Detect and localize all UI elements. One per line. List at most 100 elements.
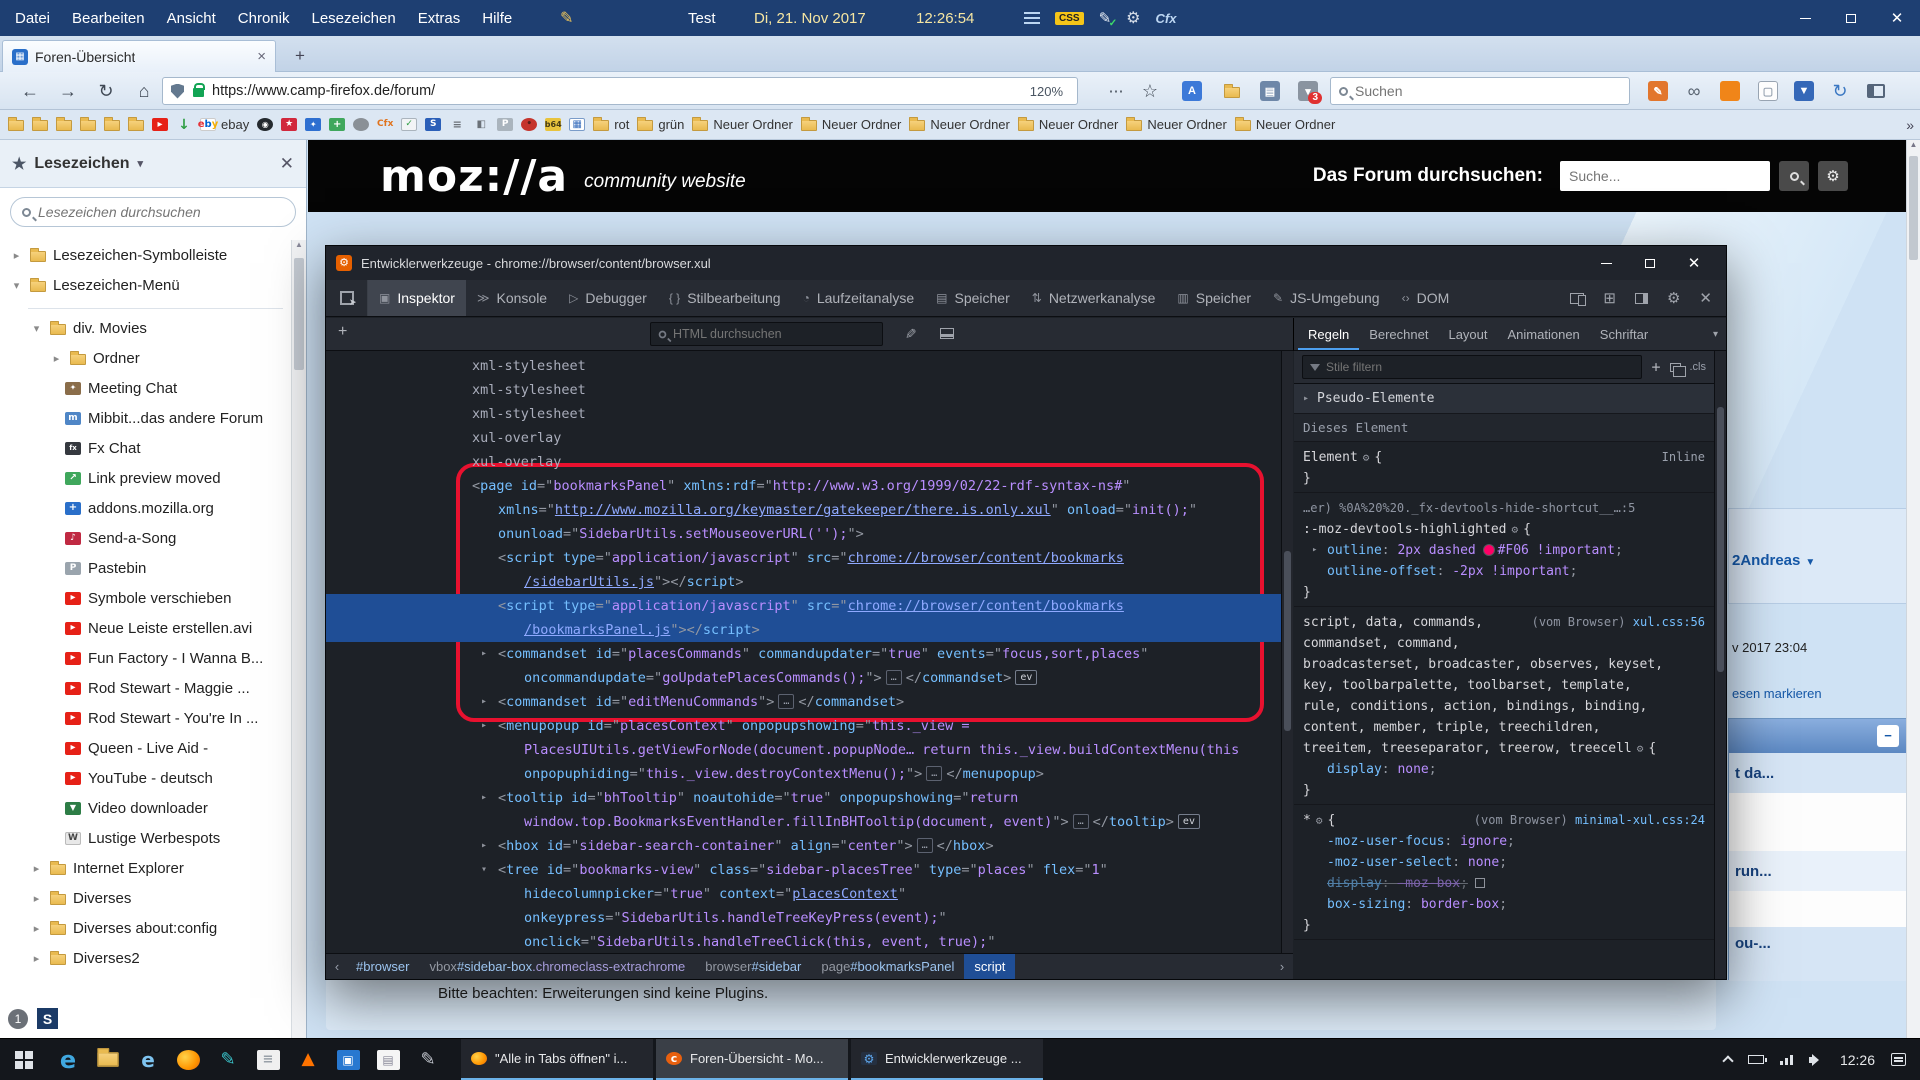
breadcrumb-scroll-right-icon[interactable]: ›	[1273, 959, 1291, 974]
css-property[interactable]: display: -moz-box;	[1303, 873, 1705, 894]
bookmark-item[interactable]: Neuer Ordner	[1126, 117, 1226, 132]
bookmark-tree-item[interactable]: ▸Rod Stewart - You're In ...	[0, 703, 291, 733]
bookmark-item[interactable]: ★	[281, 118, 297, 131]
collapsed-children-badge[interactable]: …	[886, 670, 902, 685]
menu-hilfe[interactable]: Hilfe	[471, 0, 523, 36]
twisty-icon[interactable]: ▸	[30, 922, 43, 935]
bookmark-tree-item[interactable]: mMibbit...das andere Forum	[0, 403, 291, 433]
expand-twisty-icon[interactable]: ▸	[481, 786, 487, 810]
skype-icon[interactable]: S	[35, 1006, 60, 1031]
style-filter-input[interactable]	[1326, 360, 1634, 374]
markup-line[interactable]: oncommandupdate="goUpdatePlacesCommands(…	[326, 666, 1293, 690]
selector-highlighter-icon[interactable]: ⚙	[1512, 519, 1519, 540]
markup-line[interactable]: xml-stylesheet	[326, 402, 1293, 426]
markup-line[interactable]: ▸<commandset id="placesCommands" command…	[326, 642, 1293, 666]
screenshot-addon-icon[interactable]: ▢	[1752, 76, 1784, 106]
secure-lock-icon[interactable]	[193, 88, 204, 97]
twisty-icon[interactable]: ▸	[30, 892, 43, 905]
page-scrollbar[interactable]: ▲	[1906, 140, 1920, 1038]
event-badge[interactable]: ev	[1015, 670, 1037, 685]
taskbar-app-vlc[interactable]: ▲	[288, 1039, 328, 1080]
taskbar-window-button[interactable]: ⚙Entwicklerwerkzeuge ...	[851, 1039, 1043, 1080]
bookmark-tree-item[interactable]: ▸Fun Factory - I Wanna B...	[0, 643, 291, 673]
pick-element-button[interactable]	[326, 280, 368, 316]
eyedropper-icon[interactable]: ✎	[901, 328, 918, 340]
bookmark-item[interactable]	[128, 118, 144, 131]
css-addon-icon[interactable]: CSS	[1055, 12, 1084, 25]
edit-check-icon[interactable]: ✎✓	[1099, 9, 1112, 27]
bookmark-item[interactable]: ebyebay	[200, 117, 249, 132]
devtools-titlebar[interactable]: ⚙ Entwicklerwerkzeuge - chrome://browser…	[326, 246, 1726, 280]
pocket-addon-icon[interactable]: ▼	[1788, 76, 1820, 106]
bookmark-tree-item[interactable]: ▸Internet Explorer	[0, 853, 291, 883]
taskbar-clock[interactable]: 12:26	[1840, 1052, 1875, 1068]
taskbar-app-notepad[interactable]: ≡	[248, 1039, 288, 1080]
markup-line[interactable]: window.top.BookmarksEventHandler.fillInB…	[326, 810, 1293, 834]
bookmark-tree-item[interactable]: ✦Meeting Chat	[0, 373, 291, 403]
bookmark-tree-item[interactable]: +addons.mozilla.org	[0, 493, 291, 523]
bookmark-item[interactable]: Neuer Ordner	[801, 117, 901, 132]
markup-line[interactable]: PlacesUIUtils.getViewForNode(document.po…	[326, 738, 1293, 762]
menu-extras[interactable]: Extras	[407, 0, 472, 36]
maximize-button[interactable]	[1828, 0, 1874, 36]
translate-icon[interactable]: A	[1176, 76, 1208, 106]
tray-expand-icon[interactable]	[1722, 1055, 1733, 1066]
add-rule-button[interactable]: +	[1651, 357, 1660, 378]
grid-icon[interactable]: ⊞	[1603, 289, 1616, 307]
markup-line[interactable]: onunload="SidebarUtils.setMouseoverURL('…	[326, 522, 1293, 546]
markup-line[interactable]: onclick="SidebarUtils.handleTreeClick(th…	[326, 930, 1293, 953]
markup-line[interactable]: ▾<tree id="bookmarks-view" class="sideba…	[326, 858, 1293, 882]
devtools-tab-debugger[interactable]: ▷Debugger	[558, 280, 658, 316]
markup-line[interactable]: <page id="bookmarksPanel" xmlns:rdf="htt…	[326, 474, 1293, 498]
bookmark-tree-item[interactable]: ♪Send-a-Song	[0, 523, 291, 553]
menu-lesezeichen[interactable]: Lesezeichen	[300, 0, 406, 36]
forum-search-input[interactable]	[1569, 168, 1761, 184]
bookmark-item[interactable]: Neuer Ordner	[692, 117, 792, 132]
devtools-tab-scratchpad[interactable]: ✎JS-Umgebung	[1262, 280, 1391, 316]
forward-button[interactable]: →	[52, 76, 84, 106]
pseudo-elements-toggle[interactable]: ▸Pseudo-Elemente	[1294, 384, 1714, 414]
bookmark-item[interactable]: b64	[545, 118, 561, 131]
twisty-icon[interactable]: ▸	[10, 249, 23, 262]
scrollbar-thumb[interactable]	[1284, 551, 1291, 731]
cfx-addon-icon[interactable]: Cfx	[1155, 11, 1176, 26]
bookmark-tree-item[interactable]: WLustige Werbespots	[0, 823, 291, 853]
infinity-addon-icon[interactable]: ∞	[1678, 76, 1710, 106]
bookmark-item[interactable]: Neuer Ordner	[1235, 117, 1335, 132]
bookmark-item[interactable]	[353, 118, 369, 131]
breadcrumb-item[interactable]: vbox#sidebar-box.chromeclass-extrachrome	[419, 954, 695, 979]
stylesheet-source[interactable]: …er) %0A%20%20._fx-devtools-hide-shortcu…	[1303, 498, 1705, 519]
new-tab-button[interactable]: +	[286, 44, 314, 68]
forum-row[interactable]: ou-...	[1729, 927, 1906, 981]
expand-twisty-icon[interactable]: ▸	[481, 834, 487, 858]
bookmark-tree-item[interactable]: ▸Diverses about:config	[0, 913, 291, 943]
twisty-icon[interactable]: ▸	[30, 952, 43, 965]
markup-line[interactable]: <script type="application/javascript" sr…	[326, 594, 1293, 618]
breadcrumb-scroll-left-icon[interactable]: ‹	[328, 959, 346, 974]
split-console-icon[interactable]	[940, 328, 954, 339]
bookmark-item[interactable]: ▦	[569, 118, 585, 131]
bookmark-item[interactable]: +	[329, 118, 345, 131]
expand-twisty-icon[interactable]: ▸	[481, 714, 487, 738]
css-property[interactable]: -moz-user-select: none;	[1303, 852, 1705, 873]
tab-close-icon[interactable]: ×	[257, 48, 266, 65]
bookmark-item[interactable]	[8, 118, 24, 131]
search-box[interactable]	[1330, 77, 1630, 105]
taskbar-app-quill[interactable]: ✎	[208, 1039, 248, 1080]
taskbar-app-pen[interactable]: ✎	[408, 1039, 448, 1080]
bookmark-item[interactable]: ◧	[473, 118, 489, 131]
html-search-box[interactable]	[650, 322, 883, 346]
expand-twisty-icon[interactable]: ▸	[481, 642, 487, 666]
bookmark-item[interactable]: ↓	[176, 118, 192, 131]
bookmark-item[interactable]: ✦	[305, 118, 321, 131]
markup-line[interactable]: xul-overlay	[326, 426, 1293, 450]
chevron-down-icon[interactable]: ▾	[138, 157, 144, 170]
markup-line[interactable]: xml-stylesheet	[326, 378, 1293, 402]
menubar-test-label[interactable]: Test	[688, 0, 716, 36]
markup-line[interactable]: <script type="application/javascript" sr…	[326, 546, 1293, 570]
breadcrumb-item[interactable]: script	[964, 954, 1015, 979]
stylesheet-link[interactable]: xul.css:56	[1633, 615, 1705, 629]
bookmark-item[interactable]: Cfx	[377, 118, 393, 131]
bookmark-tree-item[interactable]: fxFx Chat	[0, 433, 291, 463]
event-badge[interactable]: ev	[1178, 814, 1200, 829]
